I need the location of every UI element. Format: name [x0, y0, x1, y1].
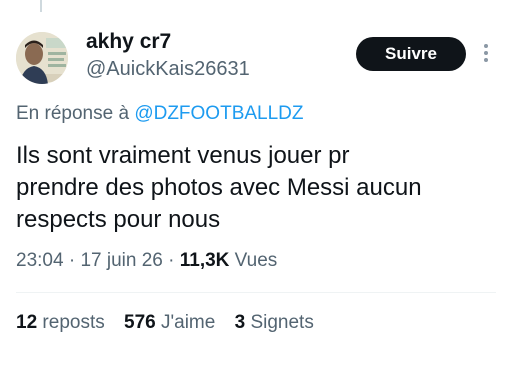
bookmarks-count: 3	[234, 312, 246, 333]
reposts-stat[interactable]: 12 reposts	[16, 312, 105, 333]
avatar-photo	[16, 32, 68, 84]
divider	[16, 292, 496, 293]
tweet-date[interactable]: 17 juin 26	[80, 250, 162, 271]
likes-stat[interactable]: 576 J'aime	[124, 312, 215, 333]
tweet-text-line: prendre des photos avec Messi aucun	[16, 174, 422, 201]
author-display-name[interactable]: akhy cr7	[86, 30, 171, 54]
likes-label: J'aime	[161, 312, 216, 333]
reply-mention-link[interactable]: @DZFOOTBALLDZ	[134, 103, 303, 124]
author-handle[interactable]: @AuickKais26631	[86, 58, 250, 81]
more-options-icon[interactable]	[480, 42, 492, 66]
engagement-stats: 12 reposts 576 J'aime 3 Signets	[16, 312, 328, 334]
tweet-text: Ils sont vraiment venus jouer pr prendre…	[16, 140, 496, 236]
bookmarks-stat[interactable]: 3 Signets	[235, 312, 314, 333]
reply-context: En réponse à @DZFOOTBALLDZ	[16, 103, 304, 125]
views-count: 11,3K	[179, 250, 230, 271]
previous-tweet-actions-cut	[70, 0, 490, 6]
tweet-meta: 23:04 · 17 juin 26 · 11,3K Vues	[16, 250, 277, 272]
bookmarks-label: Signets	[250, 312, 314, 333]
tweet-text-line: respects pour nous	[16, 206, 221, 233]
tweet-text-line: Ils sont vraiment venus jouer pr	[16, 142, 350, 169]
tweet-time[interactable]: 23:04	[16, 250, 64, 271]
reposts-label: reposts	[42, 312, 105, 333]
avatar[interactable]	[16, 32, 68, 84]
views-label: Vues	[234, 250, 278, 271]
likes-count: 576	[124, 312, 156, 333]
meta-separator: ·	[168, 250, 175, 271]
follow-button[interactable]: Suivre	[356, 37, 466, 71]
thread-connector-line	[40, 0, 42, 12]
reposts-count: 12	[16, 312, 38, 333]
meta-separator: ·	[68, 250, 76, 271]
reply-prefix: En réponse à	[16, 103, 130, 124]
